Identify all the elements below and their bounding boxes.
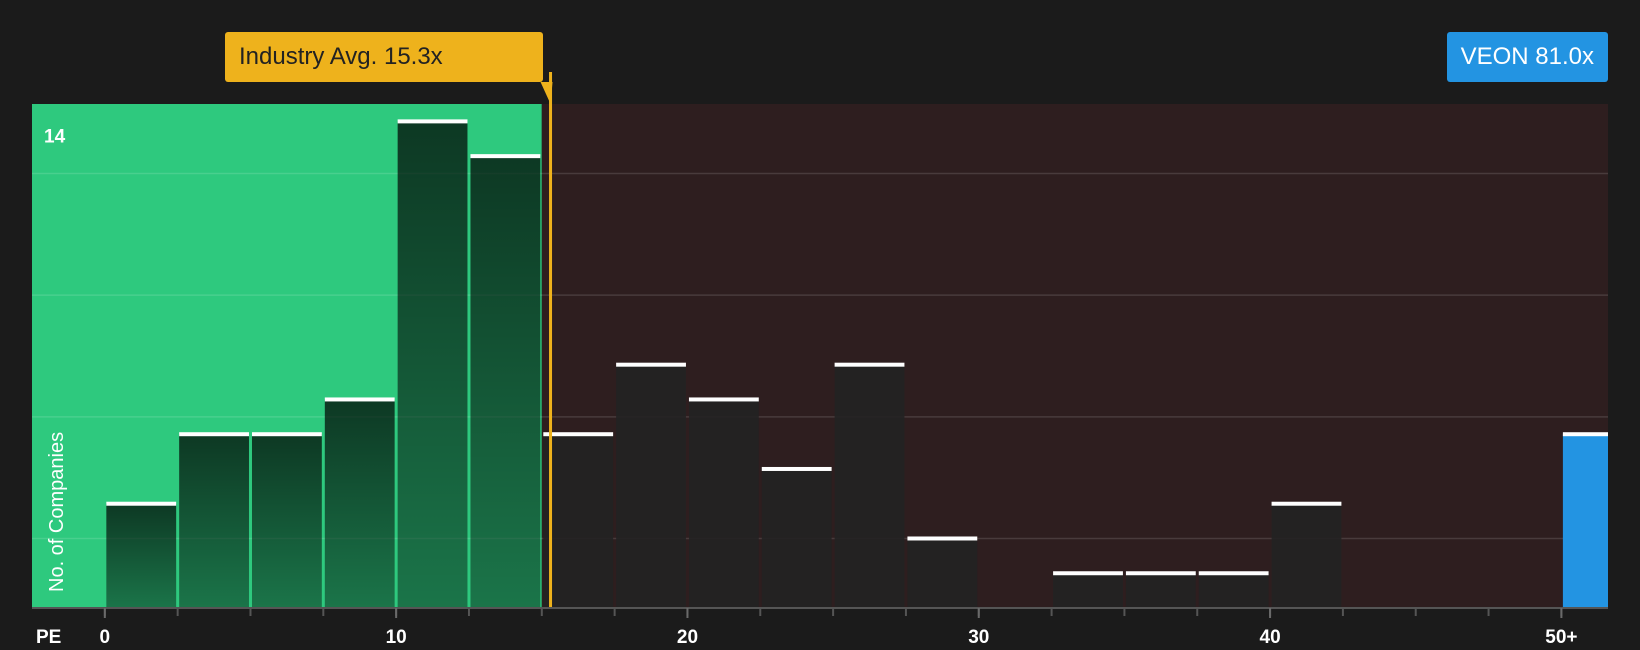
histogram-bar (761, 468, 832, 608)
histogram-bar (543, 434, 614, 608)
industry-average-pointer (540, 82, 553, 104)
histogram-bar-top (761, 466, 832, 471)
x-axis-tick-label: 30 (968, 627, 989, 648)
industry-average-callout: Industry Avg. 15.3x (225, 32, 543, 82)
x-axis-tick-label: 0 (100, 627, 111, 648)
histogram-bar (834, 364, 905, 608)
histogram-bar (324, 399, 395, 608)
x-axis-tick-label: 40 (1260, 627, 1281, 648)
histogram-bar (179, 434, 249, 608)
histogram-bar-top (179, 432, 249, 437)
histogram-bar-top (1125, 571, 1196, 576)
x-axis-tick-label: 20 (677, 627, 698, 648)
x-axis-tick-label: 10 (386, 627, 407, 648)
histogram-bar (907, 538, 978, 608)
histogram-bar (1125, 573, 1196, 608)
histogram-bar (616, 364, 686, 608)
company-pe-callout: VEON 81.0x (1446, 32, 1608, 82)
histogram-bar (688, 399, 759, 608)
histogram-bar-top (1271, 501, 1342, 506)
pe-histogram-chart: 0 10 20 30 40 50+ PE 14 No. of Companies Industr… (0, 0, 1640, 650)
histogram-bar-top (251, 432, 322, 437)
y-axis-tick-label: 14 (44, 126, 66, 147)
company-bar (1562, 434, 1608, 608)
histogram-bar-top (616, 362, 686, 367)
chart-canvas: 0 10 20 30 40 50+ PE 14 No. of Companies (32, 72, 1609, 648)
x-axis-label: PE (36, 627, 61, 648)
histogram-bar (251, 434, 322, 608)
histogram-bar (1271, 503, 1342, 608)
histogram-bar (1198, 573, 1269, 608)
histogram-bar-top (397, 119, 468, 124)
histogram-bar-top (324, 397, 395, 402)
histogram-bar (397, 121, 468, 609)
histogram-bar-top (470, 154, 541, 159)
histogram-bar-top (106, 501, 177, 506)
histogram-bar-top (688, 397, 759, 402)
histogram-bar-top (907, 536, 978, 541)
histogram-bar (470, 156, 541, 608)
company-bar-top (1562, 432, 1608, 437)
histogram-bar (1053, 573, 1123, 608)
histogram-bar (106, 503, 177, 608)
histogram-bar-top (1053, 571, 1123, 576)
y-axis-label: No. of Companies (46, 432, 68, 592)
x-axis-tick-label: 50+ (1545, 627, 1577, 648)
histogram-bar-top (834, 362, 905, 367)
histogram-bar-top (543, 432, 614, 437)
histogram-bar-top (1198, 571, 1269, 576)
